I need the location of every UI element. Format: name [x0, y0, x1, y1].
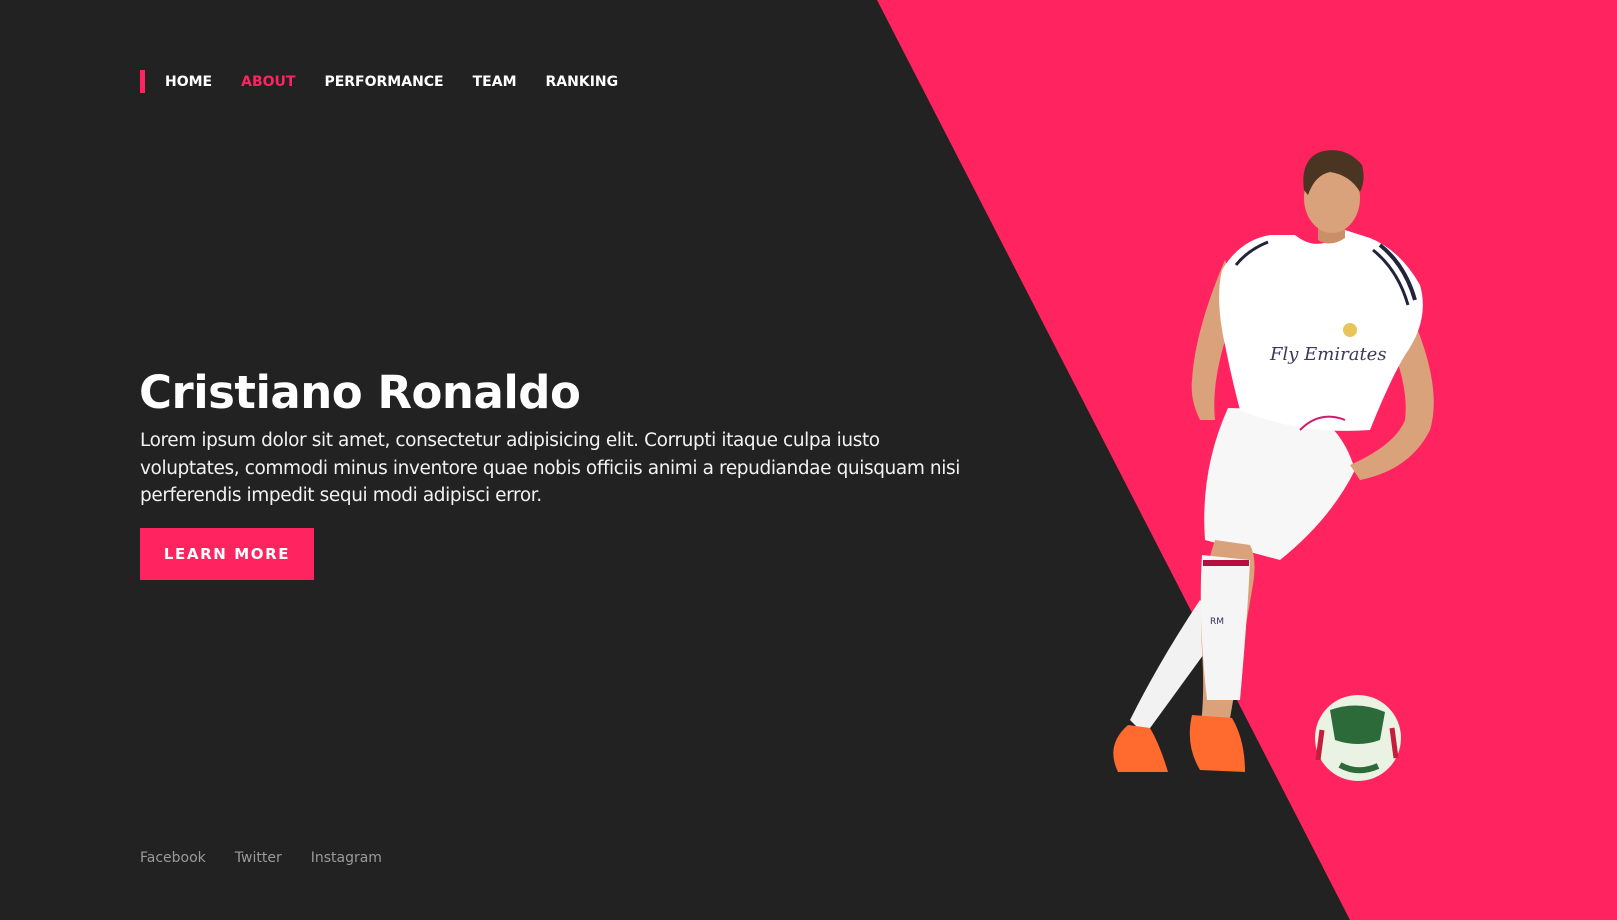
social-link-twitter[interactable]: Twitter [235, 850, 282, 866]
social-link-facebook[interactable]: Facebook [140, 850, 206, 866]
social-links: Facebook Twitter Instagram [140, 850, 411, 866]
player-image: RM Fly Emirates [1113, 150, 1434, 781]
nav-item-home[interactable]: HOME [165, 74, 212, 90]
nav-item-performance[interactable]: PERFORMANCE [324, 74, 443, 90]
jersey-sponsor-text: Fly Emirates [1269, 344, 1387, 365]
hero-section: HOME ABOUT PERFORMANCE TEAM RANKING Cris… [0, 0, 1617, 920]
nav-item-team[interactable]: TEAM [473, 74, 517, 90]
main-nav: HOME ABOUT PERFORMANCE TEAM RANKING [140, 70, 647, 93]
hero-description: Lorem ipsum dolor sit amet, consectetur … [140, 430, 960, 506]
nav-item-about[interactable]: ABOUT [241, 74, 295, 90]
nav-accent-bar [140, 70, 145, 93]
social-link-instagram[interactable]: Instagram [311, 850, 382, 866]
sock-logo-text: RM [1210, 617, 1224, 627]
learn-more-button[interactable]: LEARN MORE [140, 528, 314, 580]
nav-item-ranking[interactable]: RANKING [546, 74, 619, 90]
hero-title: Cristiano Ronaldo [139, 366, 581, 419]
